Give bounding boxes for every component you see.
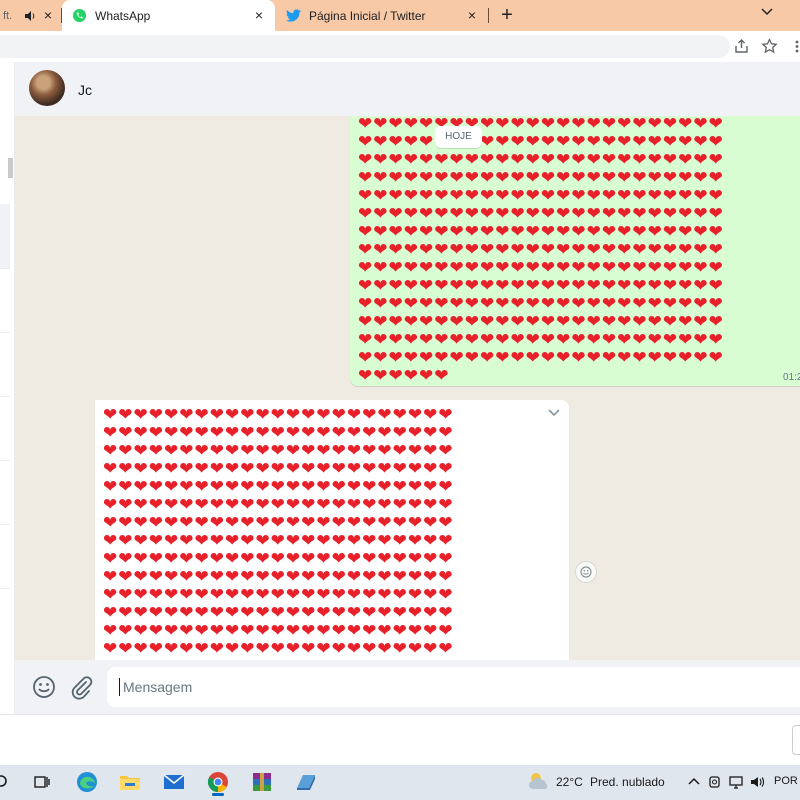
weather-cloud-icon — [529, 773, 548, 789]
message-outgoing-text: ❤❤❤❤❤❤❤❤❤❤❤❤❤❤❤❤❤❤❤❤❤❤❤❤ ❤❤❤❤❤❤❤❤❤❤❤❤❤❤❤… — [358, 116, 724, 386]
partial-control[interactable] — [792, 725, 800, 755]
taskbar: 22°C Pred. nublado POR — [0, 765, 800, 800]
tab-whatsapp[interactable]: WhatsApp × — [62, 0, 275, 31]
search-button[interactable] — [0, 768, 16, 796]
message-incoming[interactable]: ❤❤❤❤❤❤❤❤❤❤❤❤❤❤❤❤❤❤❤❤❤❤❤ ❤❤❤❤❤❤❤❤❤❤❤❤❤❤❤❤… — [95, 400, 569, 660]
browser-tab-strip: ft. × WhatsApp × Página Inicial / Twitte… — [0, 0, 800, 31]
winrar-icon — [253, 773, 271, 791]
edge-icon — [77, 772, 97, 792]
volume-icon[interactable] — [749, 774, 765, 790]
tab-partial[interactable]: ft. × — [0, 0, 62, 31]
taskbar-mail[interactable] — [160, 768, 188, 796]
language-indicator[interactable]: POR — [774, 775, 798, 787]
text-caret — [119, 678, 120, 696]
chat-list-scrollbar[interactable] — [8, 158, 13, 178]
divider — [0, 524, 10, 525]
new-tab-button[interactable]: + — [497, 5, 517, 25]
divider — [0, 460, 10, 461]
message-input[interactable]: Mensagem — [107, 667, 800, 707]
weather-temperature[interactable]: 22°C — [556, 775, 583, 789]
chevron-down-icon — [548, 409, 560, 417]
page-footer-area — [0, 714, 800, 766]
network-icon[interactable] — [728, 774, 744, 790]
task-view-icon — [34, 776, 50, 788]
tab-twitter[interactable]: Página Inicial / Twitter × — [278, 0, 488, 31]
divider — [0, 268, 10, 269]
attach-icon[interactable] — [68, 674, 94, 700]
address-bar-row — [0, 31, 800, 63]
bookmark-star-icon[interactable] — [761, 38, 778, 55]
folder-icon — [120, 776, 140, 790]
omnibox[interactable] — [0, 35, 730, 58]
conversation-panel: ❤❤❤❤❤❤❤❤❤❤❤❤❤❤❤❤❤❤❤❤❤❤❤❤ ❤❤❤❤❤❤❤❤❤❤❤❤❤❤❤… — [15, 116, 800, 660]
tab-search-chevron-icon[interactable] — [760, 5, 774, 19]
chat-header[interactable]: Jc — [15, 62, 800, 117]
message-composer: Mensagem — [15, 660, 800, 714]
twitter-icon — [286, 9, 301, 22]
tab-whatsapp-title: WhatsApp — [95, 8, 151, 23]
taskbar-chrome[interactable] — [204, 768, 232, 796]
task-view-button[interactable] — [28, 768, 56, 796]
tab-separator — [488, 8, 489, 23]
message-outgoing[interactable]: ❤❤❤❤❤❤❤❤❤❤❤❤❤❤❤❤❤❤❤❤❤❤❤❤ ❤❤❤❤❤❤❤❤❤❤❤❤❤❤❤… — [350, 116, 800, 386]
tab-partial-title: ft. — [3, 9, 13, 22]
tab-twitter-title: Página Inicial / Twitter — [309, 8, 426, 23]
meet-camera-icon[interactable] — [707, 774, 723, 790]
divider — [0, 588, 10, 589]
divider — [0, 396, 10, 397]
whatsapp-icon — [72, 8, 87, 23]
tab-partial-close-icon[interactable]: × — [40, 7, 56, 23]
contact-name[interactable]: Jc — [78, 82, 92, 98]
avatar[interactable] — [29, 70, 65, 106]
weather-description[interactable]: Pred. nublado — [590, 775, 665, 789]
search-icon — [0, 775, 7, 787]
taskbar-app[interactable] — [292, 768, 320, 796]
emoji-icon[interactable] — [31, 674, 57, 700]
smiley-icon — [580, 566, 592, 578]
chat-list-pane — [0, 62, 15, 714]
mail-icon — [163, 774, 185, 789]
message-incoming-text: ❤❤❤❤❤❤❤❤❤❤❤❤❤❤❤❤❤❤❤❤❤❤❤ ❤❤❤❤❤❤❤❤❤❤❤❤❤❤❤❤… — [103, 405, 454, 659]
chat-list-item-selected[interactable] — [0, 204, 10, 268]
tab-whatsapp-close-icon[interactable]: × — [251, 7, 267, 23]
message-menu-button[interactable] — [543, 402, 565, 422]
date-chip: HOJE — [435, 126, 482, 148]
message-time: 01:29 — [782, 372, 800, 383]
divider — [0, 332, 10, 333]
app-icon — [297, 775, 315, 790]
taskbar-winrar[interactable] — [248, 768, 276, 796]
browser-menu-icon[interactable] — [794, 38, 800, 55]
speaker-icon[interactable] — [24, 10, 36, 22]
taskbar-file-explorer[interactable] — [116, 768, 144, 796]
message-placeholder: Mensagem — [123, 679, 193, 695]
chevron-up-icon[interactable] — [686, 774, 702, 790]
taskbar-edge[interactable] — [73, 768, 101, 796]
share-icon[interactable] — [733, 38, 750, 55]
tab-twitter-close-icon[interactable]: × — [464, 7, 480, 23]
reaction-button[interactable] — [575, 561, 597, 583]
chrome-icon — [207, 772, 228, 793]
